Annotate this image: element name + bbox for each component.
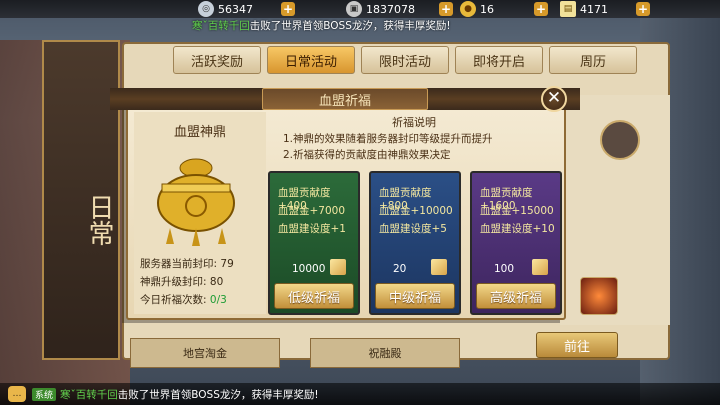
- gold-amount: 16: [480, 2, 494, 16]
- go-button[interactable]: 前往: [536, 332, 618, 358]
- tab-daily-activities[interactable]: 日常活动: [267, 46, 355, 74]
- ingot-icon: ▣: [346, 1, 362, 17]
- today-count-stat: 今日祈福次数: 0/3: [140, 294, 227, 306]
- description-line-1: 1.神鼎的效果随着服务器封印等级提升而提升: [283, 133, 493, 145]
- activity-emblem-icon: [600, 120, 640, 160]
- gold-scroll-icon: [431, 259, 447, 275]
- tier-reward-line: 血盟金+15000: [480, 205, 554, 217]
- chat-bubble-icon[interactable]: …: [8, 386, 26, 402]
- tab-upcoming[interactable]: 即将开启: [455, 46, 543, 74]
- gold-coin-icon: ●: [460, 1, 476, 17]
- ingot-resource: ▣ 1837078 +: [346, 0, 453, 18]
- high-blessing-button[interactable]: 高级祈福: [476, 283, 556, 309]
- tier-low: 血盟贡献度+400 血盟金+7000 血盟建设度+1 10000 低级祈福: [268, 171, 360, 315]
- chat-player: 寒ˇ百转千回: [60, 388, 118, 401]
- system-tag: 系统: [32, 387, 57, 401]
- scroll-amount: 4171: [580, 2, 608, 16]
- activity-tabs: 活跃奖励 日常活动 限时活动 即将开启 周历: [173, 46, 637, 74]
- activity-card-dungeon[interactable]: 地宫淘金: [130, 338, 280, 368]
- tier-cost: 10000: [292, 263, 326, 275]
- mid-blessing-button[interactable]: 中级祈福: [375, 283, 455, 309]
- cauldron-name: 血盟神鼎: [173, 125, 226, 140]
- add-ingot-button[interactable]: +: [439, 2, 453, 16]
- daily-banner: 日常: [42, 40, 120, 360]
- gold-resource: ● 16 +: [460, 0, 548, 18]
- broadcast-top: 寒ˇ百转千回 击败了世界首领BOSS龙汐，获得丰厚奖励!: [192, 17, 451, 33]
- tier-mid: 血盟贡献度+800 血盟金+10000 血盟建设度+5 20 中级祈福: [369, 171, 461, 315]
- tab-limited-activities[interactable]: 限时活动: [361, 46, 449, 74]
- tier-reward-line: 血盟建设度+5: [379, 223, 447, 235]
- cauldron-icon: [157, 158, 235, 246]
- close-icon[interactable]: ✕: [541, 86, 567, 112]
- gold-scroll-icon: [532, 259, 548, 275]
- low-blessing-button[interactable]: 低级祈福: [274, 283, 354, 309]
- tab-active-rewards[interactable]: 活跃奖励: [173, 46, 261, 74]
- add-scroll-button[interactable]: +: [636, 2, 650, 16]
- tier-reward-line: 血盟金+10000: [379, 205, 453, 217]
- add-silver-button[interactable]: +: [281, 2, 295, 16]
- description-line-2: 2.祈福获得的贡献度由神鼎效果决定: [283, 149, 451, 161]
- reward-item-icon[interactable]: [580, 277, 618, 315]
- silver-resource: ◎ 56347 +: [198, 0, 295, 18]
- silver-amount: 56347: [218, 2, 253, 16]
- description-title: 祈福说明: [392, 116, 436, 129]
- server-seal-stat: 服务器当前封印: 79: [140, 258, 234, 270]
- broadcast-player: 寒ˇ百转千回: [192, 19, 250, 32]
- broadcast-message: 击败了世界首领BOSS龙汐，获得丰厚奖励!: [249, 19, 451, 32]
- scroll-resource: ▤ 4171 +: [560, 0, 650, 18]
- tier-reward-line: 血盟建设度+1: [278, 223, 346, 235]
- tier-reward-line: 血盟金+7000: [278, 205, 346, 217]
- activity-list: 地宫淘金 祝融殿: [130, 338, 460, 368]
- add-gold-button[interactable]: +: [534, 2, 548, 16]
- upgrade-seal-value: 80: [209, 276, 224, 288]
- banner-text: 日常: [84, 194, 114, 246]
- tab-weekly-calendar[interactable]: 周历: [549, 46, 637, 74]
- chat-bar[interactable]: … 系统 寒ˇ百转千回 击败了世界首领BOSS龙汐，获得丰厚奖励!: [0, 383, 720, 405]
- silver-scroll-icon: [330, 259, 346, 275]
- chat-message: 击败了世界首领BOSS龙汐，获得丰厚奖励!: [117, 388, 319, 401]
- today-count-value: 0/3: [209, 294, 227, 306]
- upgrade-seal-stat: 神鼎升级封印: 80: [140, 276, 224, 288]
- tier-reward-line: 血盟建设度+10: [480, 223, 555, 235]
- modal-title: 血盟祈福: [262, 88, 428, 110]
- tier-cost: 100: [494, 263, 515, 275]
- tier-cost: 20: [393, 263, 407, 275]
- tier-high: 血盟贡献度+1600 血盟金+15000 血盟建设度+10 100 高级祈福: [470, 171, 562, 315]
- silver-coin-icon: ◎: [198, 1, 214, 17]
- scroll-icon: ▤: [560, 1, 576, 17]
- activity-card-zhurong[interactable]: 祝融殿: [310, 338, 460, 368]
- server-seal-value: 79: [220, 258, 234, 270]
- ingot-amount: 1837078: [366, 2, 415, 16]
